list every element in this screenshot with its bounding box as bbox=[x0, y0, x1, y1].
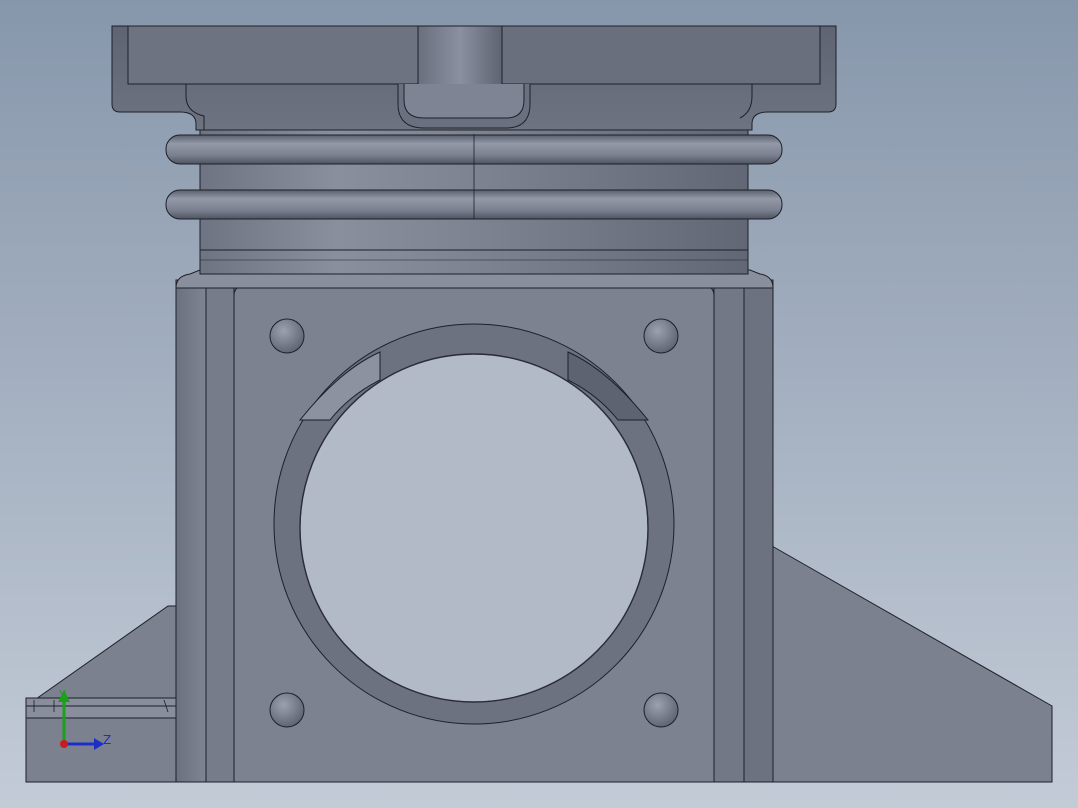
mounting-hole-top-left[interactable] bbox=[269, 318, 305, 354]
model-canvas[interactable]: Y Z bbox=[0, 0, 1078, 808]
graphics-viewport[interactable]: Y Z bbox=[0, 0, 1078, 808]
mounting-hole-bottom-right[interactable] bbox=[643, 692, 679, 728]
groove-ring-upper[interactable] bbox=[165, 134, 783, 165]
mounting-hole-bottom-left[interactable] bbox=[269, 692, 305, 728]
main-bore[interactable] bbox=[273, 323, 675, 725]
groove-ring-lower[interactable] bbox=[165, 189, 783, 220]
bore-opening bbox=[299, 353, 649, 703]
y-axis-label: Y bbox=[58, 688, 67, 702]
x-axis-dot bbox=[60, 740, 68, 748]
z-axis-label: Z bbox=[103, 733, 111, 747]
mounting-hole-top-right[interactable] bbox=[643, 318, 679, 354]
top-flange[interactable] bbox=[111, 25, 837, 131]
